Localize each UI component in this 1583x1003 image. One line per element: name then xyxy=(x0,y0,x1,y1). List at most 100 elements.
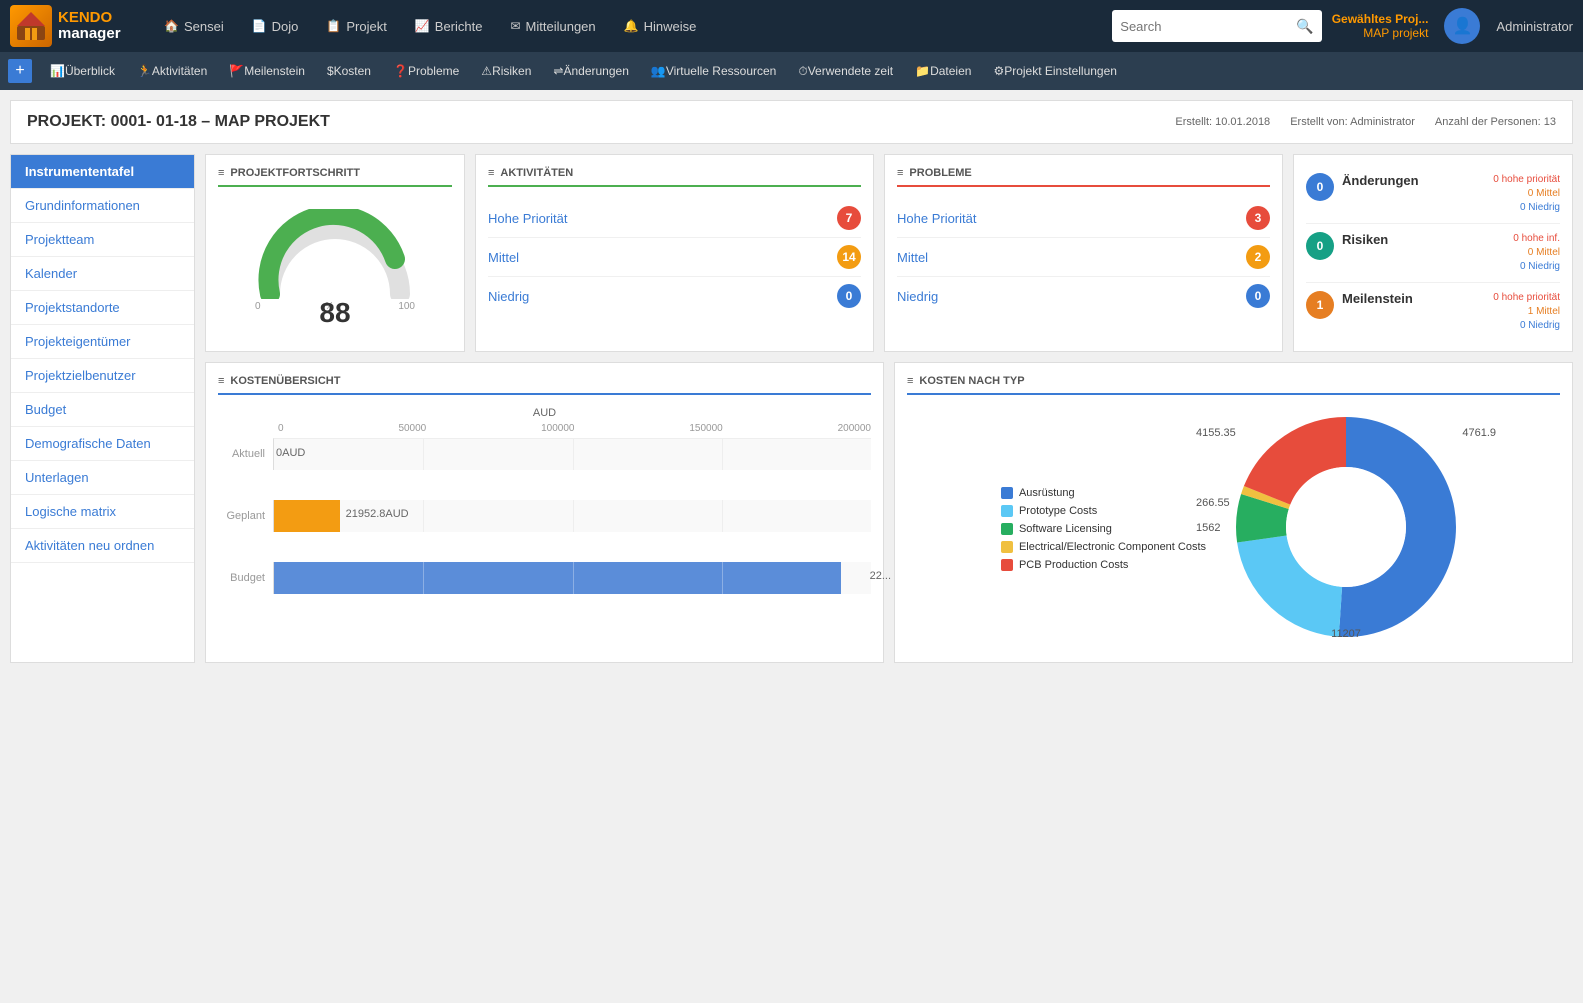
kosten-nach-typ-panel: ≡ KOSTEN NACH TYP Ausrüstung xyxy=(894,362,1573,663)
legend-software-dot xyxy=(1001,523,1013,535)
cost-row-geplant: Geplant 21952.8AUD xyxy=(218,500,871,532)
gauge-container: 0 % 100 88 xyxy=(218,199,452,339)
nav-hinweise[interactable]: 🔔 Hinweise xyxy=(610,0,711,52)
cost-bar-aktuell-wrapper: 0AUD xyxy=(273,438,871,470)
badge-mittel: 14 xyxy=(837,245,861,269)
sidebar-item-kalender[interactable]: Kalender xyxy=(11,257,194,291)
nav-meilenstein[interactable]: 🚩 Meilenstein xyxy=(219,52,315,90)
cost-icon: ≡ xyxy=(218,375,224,387)
sidebar-item-grundinformationen[interactable]: Grundinformationen xyxy=(11,189,194,223)
anderungen-circle: 0 xyxy=(1306,173,1334,201)
stat-anderungen[interactable]: 0 Änderungen 0 hohe priorität 0 Mittel 0… xyxy=(1306,165,1560,224)
logo-icon xyxy=(10,5,52,47)
cost-chart: AUD 050000100000150000200000 Aktuell 0AU… xyxy=(218,407,871,594)
sidebar-item-aktivitatenneu[interactable]: Aktivitäten neu ordnen xyxy=(11,529,194,563)
legend-software: Software Licensing xyxy=(1001,523,1206,535)
label-266: 266.55 xyxy=(1196,497,1230,509)
legend-pcb: PCB Production Costs xyxy=(1001,559,1206,571)
cost-axis: 050000100000150000200000 xyxy=(218,423,871,434)
sidebar-item-projekteigentumer[interactable]: Projekteigentümer xyxy=(11,325,194,359)
aktivitat-niedrig[interactable]: Niedrig 0 xyxy=(488,277,861,315)
cost-label-aktuell: Aktuell xyxy=(218,448,273,460)
sidebar-item-demografische[interactable]: Demografische Daten xyxy=(11,427,194,461)
nav-risiken[interactable]: ⚠ Risiken xyxy=(471,52,541,90)
project-header: PROJEKT: 0001- 01-18 – MAP PROJEKT Erste… xyxy=(10,100,1573,144)
add-button[interactable]: + xyxy=(8,59,32,83)
dojo-icon: 📄 xyxy=(252,19,267,33)
sidebar-item-logischematrix[interactable]: Logische matrix xyxy=(11,495,194,529)
sidebar-item-projektzielbenutzer[interactable]: Projektzielbenutzer xyxy=(11,359,194,393)
home-icon: 🏠 xyxy=(164,19,179,33)
problem-hohe[interactable]: Hohe Priorität 3 xyxy=(897,199,1270,238)
badge-hohe: 7 xyxy=(837,206,861,230)
dashboard-layout: Instrumententafel Grundinformationen Pro… xyxy=(10,154,1573,663)
nav-kosten[interactable]: $ Kosten xyxy=(317,52,381,90)
sidebar-item-projektstandorte[interactable]: Projektstandorte xyxy=(11,291,194,325)
risiken-sub: 0 hohe inf. 0 Mittel 0 Niedrig xyxy=(1513,232,1560,274)
cost-row-aktuell: Aktuell 0AUD xyxy=(218,438,871,470)
cost-value-budget: 22... xyxy=(870,570,891,582)
legend-electrical: Electrical/Electronic Component Costs xyxy=(1001,541,1206,553)
sidebar-item-instrumententafel[interactable]: Instrumententafel xyxy=(11,155,194,189)
nav-probleme[interactable]: ❓ Probleme xyxy=(383,52,469,90)
stat-meilenstein[interactable]: 1 Meilenstein 0 hohe priorität 1 Mittel … xyxy=(1306,283,1560,341)
anderungen-sub: 0 hohe priorität 0 Mittel 0 Niedrig xyxy=(1493,173,1560,215)
nav-sensei[interactable]: 🏠 Sensei xyxy=(150,0,238,52)
problem-mittel[interactable]: Mittel 2 xyxy=(897,238,1270,277)
sidebar-item-unterlagen[interactable]: Unterlagen xyxy=(11,461,194,495)
legend-ausrustung-dot xyxy=(1001,487,1013,499)
sidebar: Instrumententafel Grundinformationen Pro… xyxy=(10,154,195,663)
cost-label-geplant: Geplant xyxy=(218,510,273,522)
donut-container: Ausrüstung Prototype Costs Software Lice… xyxy=(907,407,1560,650)
anderungen-icon: ⇌ xyxy=(553,64,563,78)
nav-berichte[interactable]: 📈 Berichte xyxy=(401,0,497,52)
cost-bar-geplant xyxy=(274,500,340,532)
nav-aktivitaten[interactable]: 🏃 Aktivitäten xyxy=(127,52,217,90)
cost-value-geplant: 21952.8AUD xyxy=(346,508,409,520)
nav-verwendete[interactable]: ⏱ Verwendete zeit xyxy=(788,52,903,90)
search-input[interactable] xyxy=(1120,19,1296,34)
gauge-value: 88 xyxy=(319,297,350,329)
nav-virtuelle[interactable]: 👥 Virtuelle Ressourcen xyxy=(641,52,786,90)
meilenstein-circle: 1 xyxy=(1306,291,1334,319)
label-11207: 11207 xyxy=(1331,628,1361,640)
aktivitat-mittel[interactable]: Mittel 14 xyxy=(488,238,861,277)
sidebar-item-budget[interactable]: Budget xyxy=(11,393,194,427)
risiken-icon: ⚠ xyxy=(481,64,492,78)
selected-project[interactable]: Gewähltes Proj... MAP projekt xyxy=(1332,12,1429,40)
probleme-icon: ≡ xyxy=(897,167,903,179)
cost-bar-geplant-wrapper: 21952.8AUD xyxy=(273,500,871,532)
projektfortschritt-title: ≡ PROJEKTFORTSCHRITT xyxy=(218,167,452,187)
sidebar-item-projektteam[interactable]: Projektteam xyxy=(11,223,194,257)
cost-label-budget: Budget xyxy=(218,572,273,584)
nav-dojo[interactable]: 📄 Dojo xyxy=(238,0,313,52)
bottom-panels-row: ≡ KOSTENÜBERSICHT AUD 050000100000150000… xyxy=(205,362,1573,663)
meilenstein-icon: 🚩 xyxy=(229,64,244,78)
logo[interactable]: KENDOmanager xyxy=(10,5,140,47)
main-content: PROJEKT: 0001- 01-18 – MAP PROJEKT Erste… xyxy=(0,100,1583,673)
aktivitat-hohe[interactable]: Hohe Priorität 7 xyxy=(488,199,861,238)
nav-dateien[interactable]: 📁 Dateien xyxy=(905,52,981,90)
top-nav: KENDOmanager 🏠 Sensei 📄 Dojo 📋 Projekt 📈… xyxy=(0,0,1583,52)
nav-uberblick[interactable]: 📊 Überblick xyxy=(40,52,125,90)
stats-panel: 0 Änderungen 0 hohe priorität 0 Mittel 0… xyxy=(1293,154,1573,352)
probleme-panel: ≡ PROBLEME Hohe Priorität 3 Mittel 2 Nie… xyxy=(884,154,1283,352)
kostenubersicht-title: ≡ KOSTENÜBERSICHT xyxy=(218,375,871,395)
logo-text: KENDOmanager xyxy=(58,10,121,43)
legend-prototype-dot xyxy=(1001,505,1013,517)
stat-risiken[interactable]: 0 Risiken 0 hohe inf. 0 Mittel 0 Niedrig xyxy=(1306,224,1560,283)
nav-mitteilungen[interactable]: ✉ Mitteilungen xyxy=(496,0,609,52)
einstellungen-icon: ⚙ xyxy=(993,64,1004,78)
nav-projekt[interactable]: 📋 Projekt xyxy=(312,0,400,52)
donut-svg-container: 4155.35 4761.9 266.55 1562 11207 xyxy=(1226,407,1466,650)
dashboard-panels: ≡ PROJEKTFORTSCHRITT 0 % xyxy=(205,154,1573,663)
berichte-icon: 📈 xyxy=(415,19,430,33)
legend-prototype: Prototype Costs xyxy=(1001,505,1206,517)
nav-einstellungen[interactable]: ⚙ Projekt Einstellungen xyxy=(983,52,1127,90)
problem-niedrig[interactable]: Niedrig 0 xyxy=(897,277,1270,315)
verwendete-icon: ⏱ xyxy=(798,64,807,79)
nav-anderungen[interactable]: ⇌ Änderungen xyxy=(543,52,638,90)
probleme-icon: ❓ xyxy=(393,64,408,78)
search-box[interactable]: 🔍 xyxy=(1112,10,1321,42)
project-title: PROJEKT: 0001- 01-18 – MAP PROJEKT xyxy=(27,113,330,131)
